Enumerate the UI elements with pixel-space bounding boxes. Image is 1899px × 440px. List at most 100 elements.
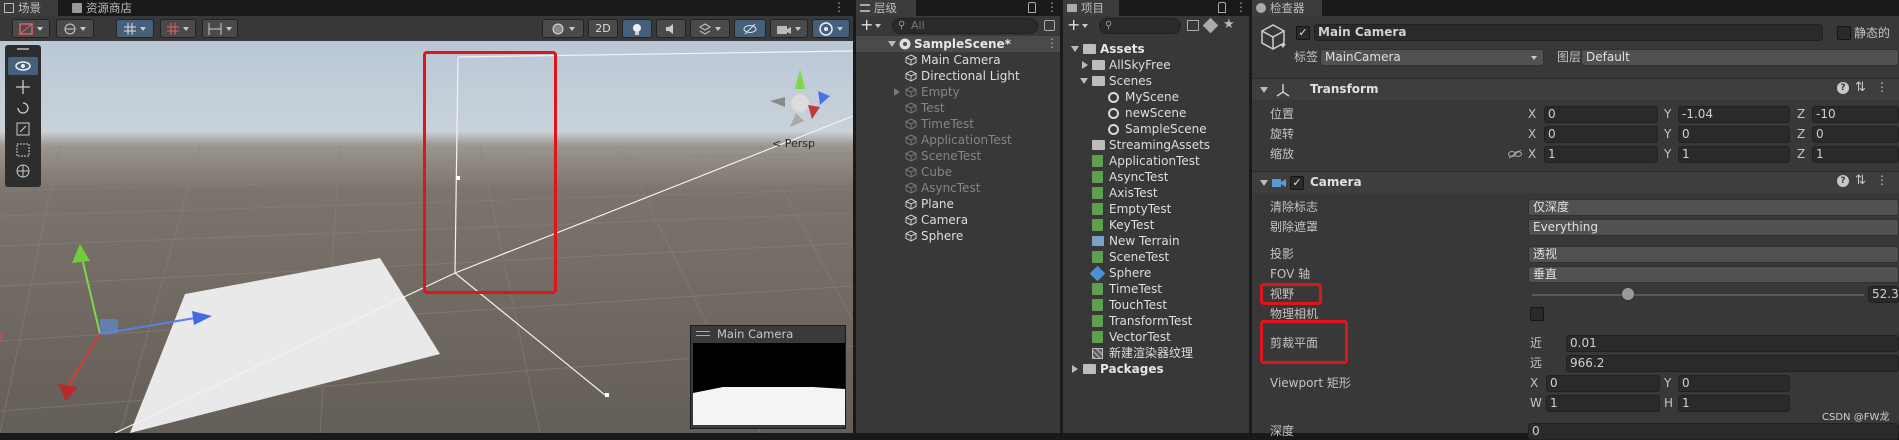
camera-settings-dropdown[interactable]	[770, 19, 808, 38]
position-x-field[interactable]: 0	[1544, 106, 1658, 123]
tab-project[interactable]: 项目	[1063, 0, 1119, 16]
project-item[interactable]: TouchTest	[1063, 297, 1249, 313]
hierarchy-item[interactable]: SceneTest	[856, 148, 1060, 164]
toggle-2d-button[interactable]: 2D	[588, 19, 618, 38]
presets-icon[interactable]: ⇅	[1855, 80, 1866, 95]
favorites-star-icon[interactable]: ★	[1223, 17, 1235, 32]
presets-icon[interactable]: ⇅	[1855, 173, 1866, 188]
project-item[interactable]: 新建渲染器纹理	[1063, 345, 1249, 361]
align-button[interactable]	[202, 19, 238, 38]
tab-inspector[interactable]: 检查器	[1252, 0, 1322, 16]
tab-scene[interactable]: 场景	[0, 0, 58, 16]
camera-enabled-checkbox[interactable]: ✓	[1290, 176, 1304, 190]
viewport-w-axis[interactable]: W	[1530, 394, 1542, 412]
render-mode-dropdown[interactable]	[542, 19, 584, 38]
pos-z-axis[interactable]: Z	[1797, 105, 1805, 123]
scene-menu-icon[interactable]: ⋮	[1046, 36, 1058, 52]
scale-z-axis[interactable]: Z	[1797, 145, 1805, 163]
projection-dropdown[interactable]: 透视	[1528, 246, 1899, 263]
fov-axis-dropdown[interactable]: 垂直	[1528, 266, 1899, 283]
position-y-field[interactable]: -1.04	[1678, 106, 1790, 123]
viewport-x-field[interactable]: 0	[1546, 375, 1660, 392]
rect-tool-button[interactable]	[8, 141, 38, 159]
scale-z-field[interactable]: 1	[1812, 146, 1899, 163]
help-icon[interactable]: ?	[1837, 82, 1849, 94]
clear-flags-dropdown[interactable]: 仅深度	[1528, 199, 1899, 216]
project-add-button[interactable]: +	[1067, 17, 1093, 34]
project-item[interactable]: KeyTest	[1063, 217, 1249, 233]
transform-tool-button[interactable]	[8, 162, 38, 180]
project-item[interactable]: New Terrain	[1063, 233, 1249, 249]
project-assets-root[interactable]: Assets	[1063, 41, 1249, 57]
rot-y-axis[interactable]: Y	[1664, 125, 1671, 143]
project-lock-icon[interactable]	[1218, 2, 1226, 13]
hierarchy-scene-row[interactable]: SampleScene* ⋮	[856, 36, 1060, 52]
fov-slider-track[interactable]	[1532, 294, 1864, 296]
pos-y-axis[interactable]: Y	[1664, 105, 1671, 123]
project-packages-root[interactable]: Packages	[1063, 361, 1249, 377]
hierarchy-item[interactable]: Test	[856, 100, 1060, 116]
orientation-gizmo[interactable]	[770, 69, 830, 127]
camera-header[interactable]: ✓ Camera ? ⇅ ⋮	[1252, 171, 1899, 193]
project-item[interactable]: Sphere	[1063, 265, 1249, 282]
hierarchy-filter-icon[interactable]	[1044, 20, 1055, 31]
project-item[interactable]: EmptyTest	[1063, 201, 1249, 217]
hierarchy-item[interactable]: Empty	[856, 84, 1060, 100]
viewport-w-field[interactable]: 1	[1546, 395, 1660, 412]
project-item[interactable]: AsyncTest	[1063, 169, 1249, 185]
position-z-field[interactable]: -10	[1812, 106, 1899, 123]
far-clip-field[interactable]: 966.2	[1566, 355, 1899, 372]
tab-asset-store[interactable]: 资源商店	[68, 0, 164, 16]
pos-x-axis[interactable]: X	[1528, 105, 1536, 123]
rotation-x-field[interactable]: 0	[1544, 126, 1658, 143]
active-checkbox[interactable]: ✓	[1296, 26, 1310, 40]
project-item[interactable]: MyScene	[1063, 89, 1249, 105]
scale-tool-button[interactable]	[8, 120, 38, 138]
lighting-toggle-button[interactable]	[622, 19, 652, 38]
project-item[interactable]: SceneTest	[1063, 249, 1249, 265]
constrain-proportions-icon[interactable]	[1508, 149, 1522, 159]
viewport-h-axis[interactable]: H	[1664, 394, 1673, 412]
project-item[interactable]: AllSkyFree	[1063, 57, 1249, 73]
scene-panel-menu-icon[interactable]: ⋮	[833, 0, 845, 16]
object-name-field[interactable]: Main Camera	[1314, 24, 1823, 41]
increment-snap-button[interactable]	[160, 19, 196, 38]
audio-toggle-button[interactable]	[656, 19, 686, 38]
hierarchy-item[interactable]: Sphere	[856, 228, 1060, 244]
project-item[interactable]: AxisTest	[1063, 185, 1249, 201]
rot-x-axis[interactable]: X	[1528, 125, 1536, 143]
depth-field[interactable]: 0	[1528, 423, 1899, 440]
draw-mode-dropdown[interactable]	[12, 19, 50, 38]
scale-x-axis[interactable]: X	[1528, 145, 1536, 163]
hidden-objects-toggle[interactable]	[734, 19, 766, 38]
near-clip-field[interactable]: 0.01	[1566, 335, 1899, 352]
hierarchy-item[interactable]: Directional Light	[856, 68, 1060, 84]
viewport-y-field[interactable]: 0	[1678, 375, 1790, 392]
layer-dropdown[interactable]: Default	[1581, 49, 1899, 66]
gizmos-dropdown[interactable]	[812, 19, 850, 38]
persp-label[interactable]: < Persp	[772, 137, 815, 150]
global-local-dropdown[interactable]	[56, 19, 94, 38]
effects-dropdown[interactable]	[690, 19, 730, 38]
hierarchy-item[interactable]: Plane	[856, 196, 1060, 212]
hierarchy-item[interactable]: AsyncTest	[856, 180, 1060, 196]
hierarchy-search-input[interactable]: ⚲ All	[892, 18, 1038, 34]
project-item[interactable]: newScene	[1063, 105, 1249, 121]
scale-x-field[interactable]: 1	[1544, 146, 1658, 163]
scale-y-axis[interactable]: Y	[1664, 145, 1671, 163]
hierarchy-add-button[interactable]: +	[860, 17, 886, 34]
grid-snap-button[interactable]	[116, 19, 154, 38]
transform-header[interactable]: Transform ? ⇅ ⋮	[1252, 78, 1899, 100]
search-by-label-icon[interactable]	[1202, 17, 1219, 34]
view-tool-button[interactable]	[8, 57, 38, 75]
rot-z-axis[interactable]: Z	[1797, 125, 1805, 143]
project-item[interactable]: ApplicationTest	[1063, 153, 1249, 169]
hierarchy-item[interactable]: Main Camera	[856, 52, 1060, 68]
static-checkbox[interactable]	[1837, 26, 1851, 40]
hierarchy-item[interactable]: ApplicationTest	[856, 132, 1060, 148]
fov-slider-thumb[interactable]	[1622, 288, 1634, 300]
viewport-h-field[interactable]: 1	[1678, 395, 1790, 412]
project-item[interactable]: SampleScene	[1063, 121, 1249, 137]
help-icon[interactable]: ?	[1837, 175, 1849, 187]
rotate-tool-button[interactable]	[8, 99, 38, 117]
